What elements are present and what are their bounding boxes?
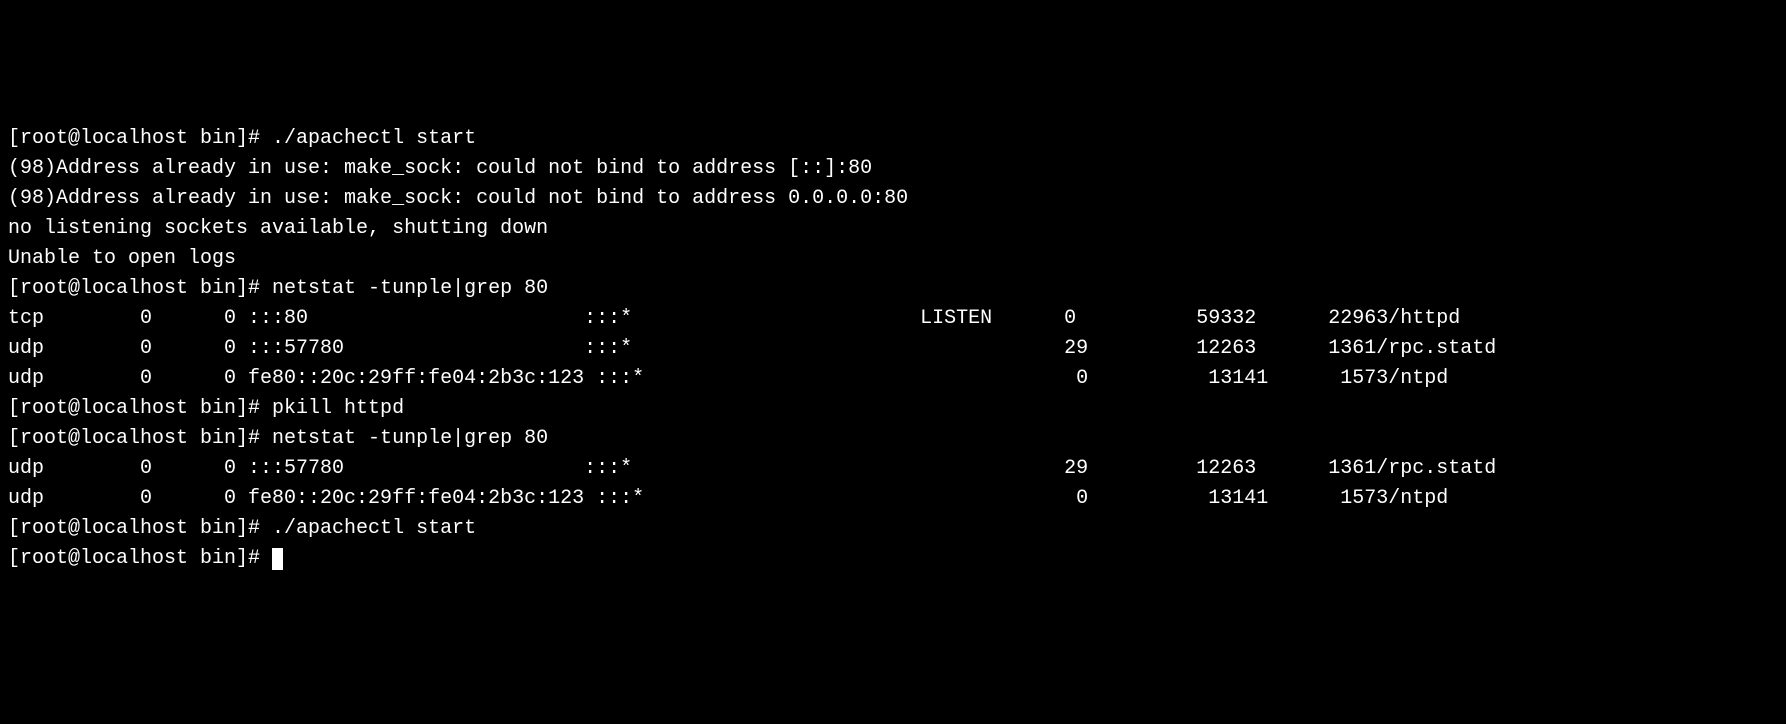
terminal-line: tcp 0 0 :::80 :::* LISTEN 0 59332 22963/…: [8, 304, 1778, 334]
cursor-icon: [272, 548, 283, 570]
terminal-line: [root@localhost bin]# ./apachectl start: [8, 514, 1778, 544]
terminal-line: udp 0 0 :::57780 :::* 29 12263 1361/rpc.…: [8, 454, 1778, 484]
terminal-line: [root@localhost bin]# netstat -tunple|gr…: [8, 424, 1778, 454]
terminal-line: (98)Address already in use: make_sock: c…: [8, 184, 1778, 214]
terminal-line: Unable to open logs: [8, 244, 1778, 274]
terminal-line: (98)Address already in use: make_sock: c…: [8, 154, 1778, 184]
terminal-output[interactable]: [root@localhost bin]# ./apachectl start(…: [8, 124, 1778, 574]
terminal-line: [root@localhost bin]# pkill httpd: [8, 394, 1778, 424]
terminal-line: [root@localhost bin]# netstat -tunple|gr…: [8, 274, 1778, 304]
terminal-line: no listening sockets available, shutting…: [8, 214, 1778, 244]
terminal-line: [root@localhost bin]# ./apachectl start: [8, 124, 1778, 154]
terminal-line: udp 0 0 fe80::20c:29ff:fe04:2b3c:123 :::…: [8, 364, 1778, 394]
terminal-line: udp 0 0 :::57780 :::* 29 12263 1361/rpc.…: [8, 334, 1778, 364]
terminal-line: udp 0 0 fe80::20c:29ff:fe04:2b3c:123 :::…: [8, 484, 1778, 514]
terminal-line: [root@localhost bin]#: [8, 544, 1778, 574]
